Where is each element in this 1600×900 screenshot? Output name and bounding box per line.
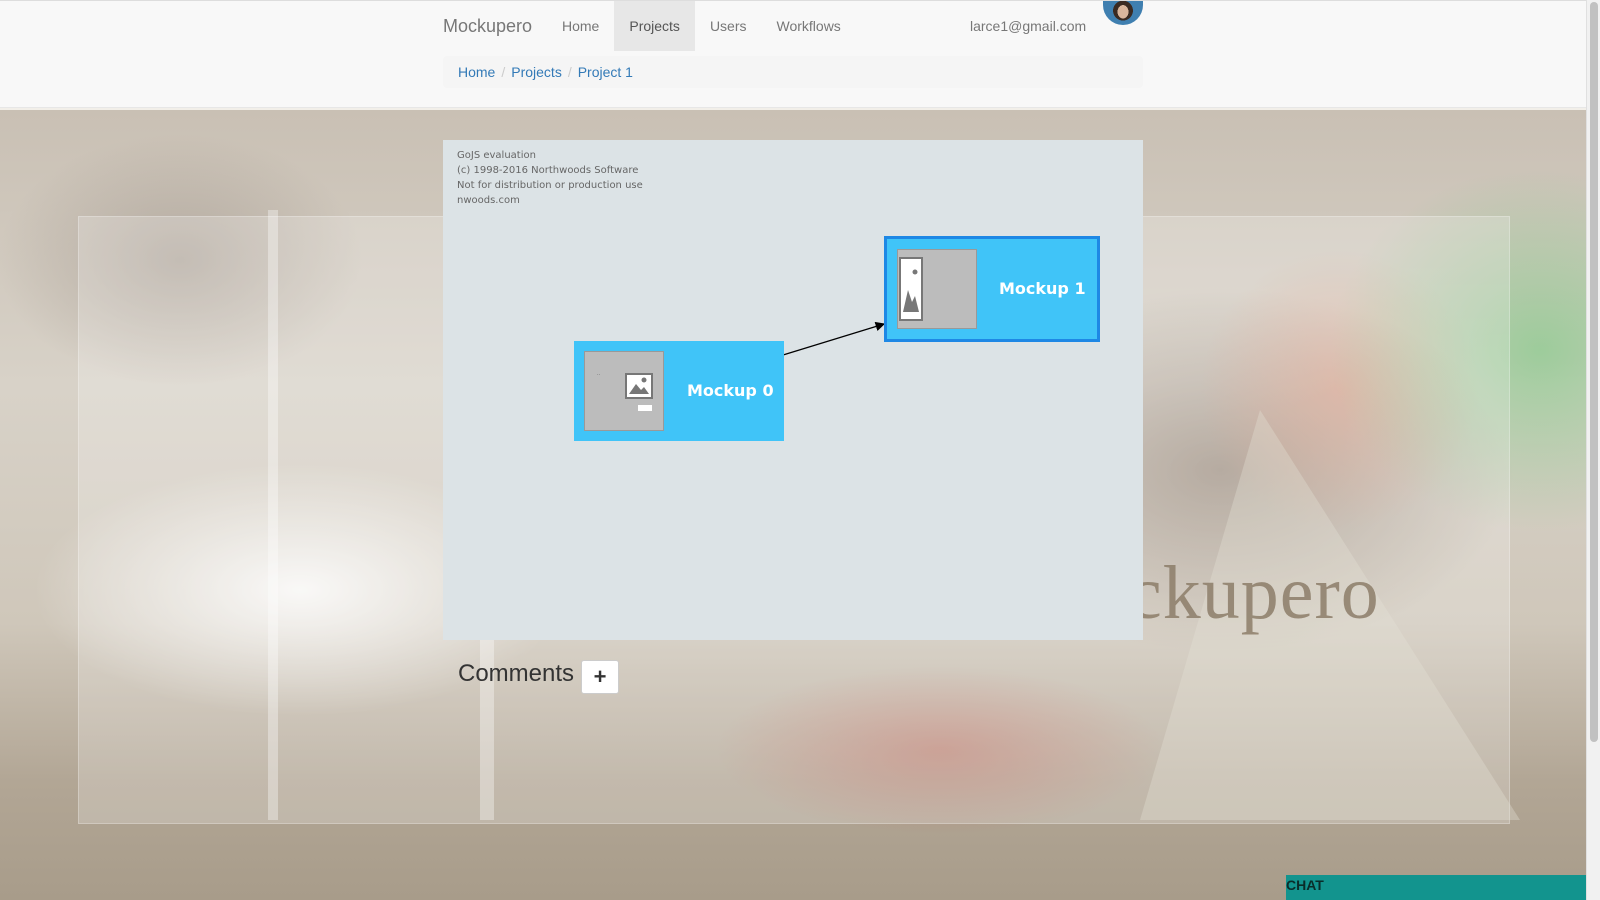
- diagram-link[interactable]: [443, 140, 1143, 640]
- watermark-line: nwoods.com: [457, 195, 520, 206]
- diagram-node-mockup-0[interactable]: ·· Mockup 0: [574, 341, 784, 441]
- svg-text:··: ··: [597, 372, 601, 378]
- mockup-thumbnail: ··: [584, 351, 664, 431]
- comments-heading: Comments: [458, 660, 575, 687]
- workflow-diagram-canvas[interactable]: GoJS evaluation (c) 1998-2016 Northwoods…: [443, 140, 1143, 640]
- background-brand-text: ckupero: [1128, 551, 1380, 635]
- background-stripe: [268, 210, 278, 820]
- chat-tab[interactable]: CHAT: [1286, 875, 1586, 900]
- nav-item-home[interactable]: Home: [547, 1, 614, 51]
- add-comment-button[interactable]: +: [581, 660, 619, 694]
- nav-item-users[interactable]: Users: [695, 1, 762, 51]
- watermark-line: GoJS evaluation: [457, 150, 536, 161]
- brand-link[interactable]: Mockupero: [443, 1, 532, 51]
- scrollbar-thumb[interactable]: [1590, 2, 1598, 742]
- breadcrumb-separator: /: [567, 64, 572, 80]
- breadcrumb-separator: /: [501, 64, 506, 80]
- node-label: Mockup 1: [999, 279, 1086, 298]
- main-nav: Home Projects Users Workflows: [547, 1, 856, 51]
- gojs-watermark: GoJS evaluation (c) 1998-2016 Northwoods…: [457, 148, 643, 208]
- node-label: Mockup 0: [687, 381, 774, 400]
- image-placeholder-icon: ··: [597, 372, 653, 411]
- watermark-line: Not for distribution or production use: [457, 180, 643, 191]
- breadcrumb: Home / Projects / Project 1: [443, 56, 1143, 88]
- watermark-line: (c) 1998-2016 Northwoods Software: [457, 165, 639, 176]
- user-email[interactable]: larce1@gmail.com: [970, 1, 1086, 51]
- nav-item-workflows[interactable]: Workflows: [762, 1, 856, 51]
- diagram-node-mockup-1[interactable]: Mockup 1: [884, 236, 1100, 342]
- breadcrumb-projects[interactable]: Projects: [511, 64, 562, 80]
- image-placeholder-icon: [899, 257, 923, 321]
- breadcrumb-bar: Home / Projects / Project 1: [0, 51, 1586, 108]
- breadcrumb-project-1[interactable]: Project 1: [578, 64, 633, 80]
- nav-item-projects[interactable]: Projects: [614, 1, 695, 51]
- user-avatar-icon[interactable]: [1103, 1, 1143, 25]
- mockup-thumbnail: [897, 249, 977, 329]
- breadcrumb-home[interactable]: Home: [458, 64, 495, 80]
- page-scrollbar[interactable]: [1586, 0, 1600, 900]
- navbar: Mockupero Home Projects Users Workflows …: [0, 0, 1586, 52]
- link-arrow: [782, 321, 886, 356]
